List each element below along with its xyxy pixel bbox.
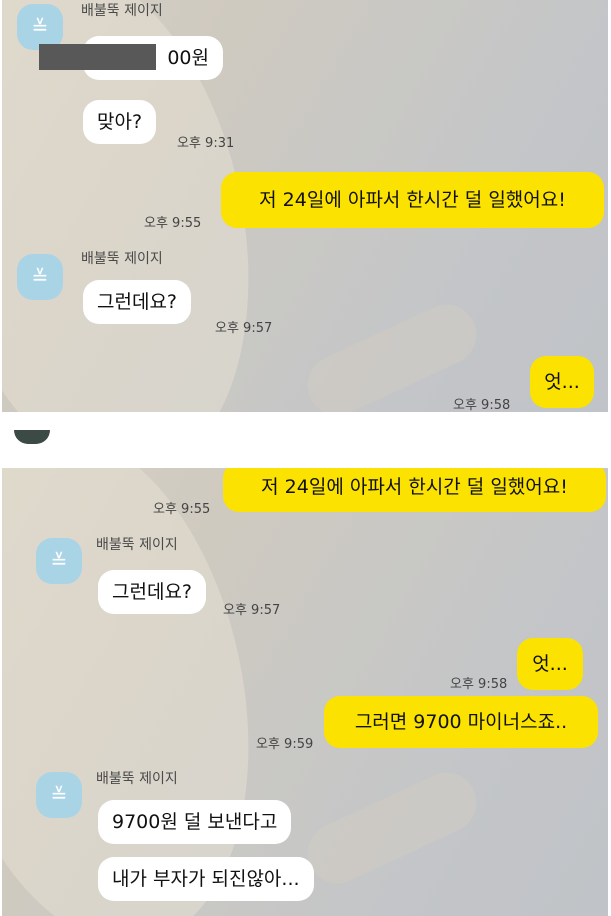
chat-screenshot-top: ≚ 배불뚝 제이지 00원 맞아? 오후 9:31 저 24일에 아파서 한시간…: [2, 0, 608, 412]
chat-bubble: 그런데요?: [83, 280, 192, 324]
chat-screenshot-bottom: 저 24일에 아파서 한시간 덜 일했어요! 오후 9:55 ≚ 배불뚝 제이지…: [2, 468, 608, 916]
timestamp: 오후 9:59: [256, 737, 314, 752]
cropped-avatar: [14, 430, 50, 444]
profile-avatar-icon[interactable]: ≚: [17, 254, 63, 300]
sender-name: 배불뚝 제이지: [96, 537, 178, 553]
timestamp: 오후 9:55: [144, 216, 202, 231]
timestamp: 오후 9:57: [215, 321, 273, 336]
my-chat-bubble: 엇...: [517, 638, 583, 690]
sender-name: 배불뚝 제이지: [96, 771, 178, 787]
chat-bubble: 내가 부자가 되진않아...: [98, 857, 314, 901]
chat-bubble: 맞아?: [83, 100, 157, 144]
amount-suffix: 00원: [167, 47, 209, 69]
chat-bubble: 그런데요?: [98, 570, 207, 614]
timestamp: 오후 9:57: [223, 603, 281, 618]
my-chat-bubble: 저 24일에 아파서 한시간 덜 일했어요!: [223, 468, 606, 512]
sender-name: 배불뚝 제이지: [81, 251, 163, 267]
my-chat-bubble: 그러면 9700 마이너스죠..: [324, 696, 598, 748]
timestamp: 오후 9:55: [153, 502, 211, 517]
timestamp: 오후 9:31: [177, 136, 235, 151]
sender-name: 배불뚝 제이지: [81, 3, 163, 19]
timestamp: 오후 9:58: [450, 677, 508, 692]
timestamp: 오후 9:58: [453, 398, 511, 412]
profile-avatar-icon[interactable]: ≚: [36, 772, 82, 818]
my-chat-bubble: 엇...: [530, 356, 594, 408]
profile-avatar-icon[interactable]: ≚: [36, 538, 82, 584]
censor-bar: [39, 44, 156, 70]
chat-bubble: 9700원 덜 보낸다고: [98, 800, 292, 844]
my-chat-bubble: 저 24일에 아파서 한시간 덜 일했어요!: [221, 172, 604, 228]
